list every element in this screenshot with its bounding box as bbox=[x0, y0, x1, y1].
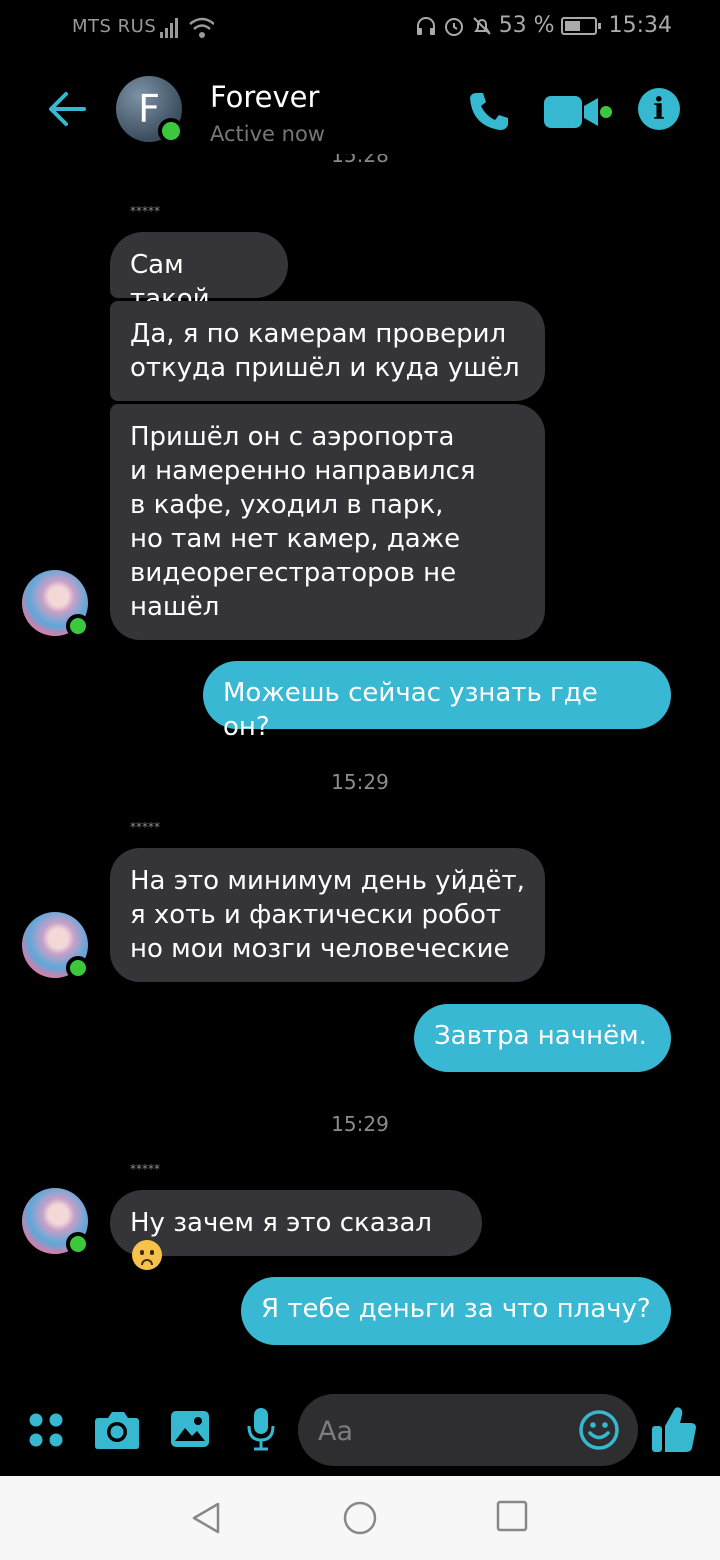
incoming-message[interactable]: Пришёл он с аэропорта и намеренно направ… bbox=[110, 404, 545, 640]
messenger-screen: MTS RUS 53 % 15:34 F Forever Active now … bbox=[0, 0, 720, 1560]
timestamp: 15:29 bbox=[331, 1112, 389, 1136]
contact-name[interactable]: Forever bbox=[210, 80, 319, 114]
apps-icon[interactable] bbox=[28, 1412, 64, 1448]
status-bar: MTS RUS 53 % 15:34 bbox=[0, 0, 720, 56]
phone-icon[interactable] bbox=[466, 88, 512, 134]
image-icon[interactable] bbox=[170, 1410, 210, 1448]
outgoing-message[interactable]: Завтра начнём. bbox=[414, 1004, 671, 1072]
online-indicator bbox=[66, 1232, 90, 1256]
status-icons: 53 % 15:34 bbox=[415, 13, 672, 38]
online-indicator bbox=[66, 614, 90, 638]
frown-emoji-icon bbox=[132, 1240, 162, 1270]
nav-home-icon[interactable] bbox=[342, 1500, 378, 1536]
incoming-message[interactable]: На это минимум день уйдёт, я хоть и факт… bbox=[110, 848, 545, 982]
battery-percent: 53 % bbox=[498, 13, 555, 38]
sender-avatar[interactable] bbox=[22, 570, 90, 638]
emoji-icon[interactable] bbox=[578, 1409, 620, 1451]
outgoing-message[interactable]: Можешь сейчас узнать где он? bbox=[203, 661, 671, 742]
nav-recents-icon[interactable] bbox=[496, 1500, 528, 1532]
battery-level-fill bbox=[564, 20, 580, 31]
contact-initial: F bbox=[138, 87, 160, 131]
timestamp: 15:29 bbox=[331, 770, 389, 794]
outgoing-message[interactable]: Я тебе деньги за что плачу? bbox=[241, 1277, 671, 1345]
incoming-message[interactable]: Ну зачем я это сказал bbox=[110, 1190, 482, 1270]
video-camera-icon[interactable] bbox=[544, 94, 614, 130]
contact-status: Active now bbox=[210, 122, 325, 146]
sender-name: ***** bbox=[130, 820, 160, 834]
clock: 15:34 bbox=[608, 13, 672, 38]
mute-bell-icon bbox=[472, 16, 491, 35]
chat-header: F Forever Active now i bbox=[0, 56, 720, 166]
sender-name: ***** bbox=[130, 1162, 160, 1176]
message-input[interactable] bbox=[316, 1410, 570, 1452]
sender-avatar[interactable] bbox=[22, 912, 90, 980]
incoming-message[interactable]: Да, я по камерам проверил откуда пришёл … bbox=[110, 301, 545, 401]
timestamp-partial: 15:28 bbox=[331, 154, 389, 167]
composer-bar bbox=[0, 1390, 720, 1476]
sender-avatar[interactable] bbox=[22, 1188, 90, 1256]
signal-wifi-icon bbox=[160, 17, 214, 38]
contact-avatar[interactable]: F bbox=[116, 76, 184, 144]
camera-icon[interactable] bbox=[94, 1408, 140, 1450]
system-nav-bar bbox=[0, 1476, 720, 1560]
online-indicator bbox=[66, 956, 90, 980]
sender-name: ***** bbox=[130, 204, 160, 218]
online-indicator bbox=[158, 118, 184, 144]
back-arrow-icon[interactable] bbox=[44, 86, 90, 132]
alarm-icon bbox=[444, 17, 463, 36]
thumbs-up-icon[interactable] bbox=[650, 1404, 698, 1454]
battery-icon bbox=[560, 16, 601, 35]
message-input-box[interactable] bbox=[298, 1394, 638, 1466]
microphone-icon[interactable] bbox=[246, 1406, 276, 1452]
carrier-label: MTS RUS bbox=[72, 16, 157, 37]
headphones-icon bbox=[416, 16, 435, 35]
nav-back-icon[interactable] bbox=[188, 1500, 224, 1536]
info-icon[interactable]: i bbox=[638, 88, 680, 130]
incoming-message[interactable]: Сам такой bbox=[110, 232, 288, 314]
message-text: Ну зачем я это сказал bbox=[130, 1208, 432, 1238]
